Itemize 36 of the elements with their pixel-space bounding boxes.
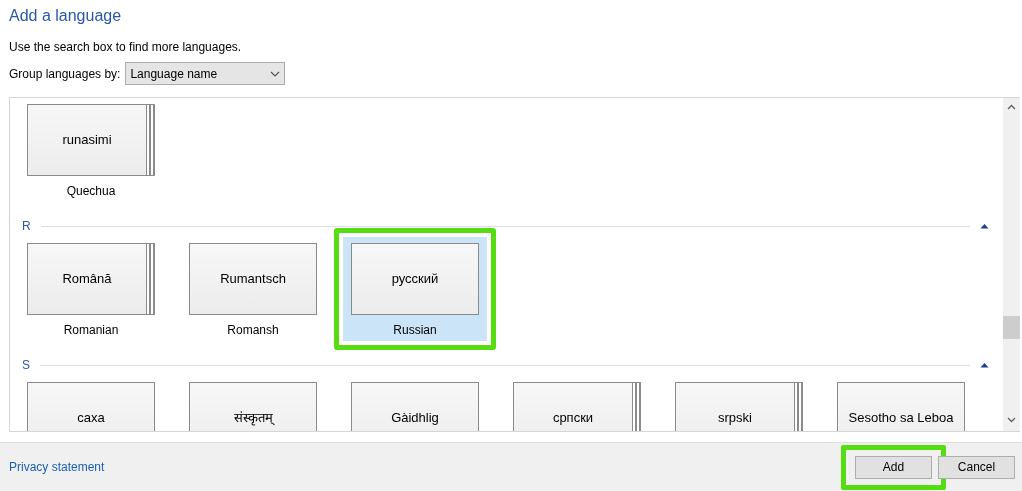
language-item[interactable]: runasimi Quechua: [19, 98, 163, 202]
chevron-down-icon: [270, 70, 281, 77]
group-letter: S: [22, 357, 30, 374]
group-by-dropdown[interactable]: Language name: [125, 62, 286, 85]
group-by-label: Group languages by:: [9, 65, 121, 83]
language-tile: Rumantsch: [189, 243, 317, 315]
language-item[interactable]: संस्कृतम्: [181, 376, 325, 431]
language-name: Russian: [392, 323, 438, 337]
language-item[interactable]: русский Russian: [343, 237, 487, 341]
language-item[interactable]: Română Romanian: [19, 237, 163, 341]
group-letter: R: [22, 218, 31, 235]
dialog-title: Add a language: [9, 6, 123, 26]
dialog-button[interactable]: Add: [855, 455, 932, 479]
language-item[interactable]: Rumantsch Romansh: [181, 237, 325, 341]
language-item[interactable]: Gàidhlig: [343, 376, 487, 431]
scrollbar[interactable]: [1003, 98, 1020, 431]
collapse-caret-icon[interactable]: [980, 362, 989, 368]
language-tile: Sesotho sa Leboa: [837, 382, 965, 431]
language-tile: саха: [27, 382, 155, 431]
language-name: Quechua: [65, 184, 117, 198]
language-name: Romansh: [226, 323, 280, 337]
language-tile: संस्कृतम्: [189, 382, 317, 431]
scroll-up-icon[interactable]: [1007, 104, 1016, 110]
language-item[interactable]: Sesotho sa Leboa: [829, 376, 973, 431]
scrollbar-thumb[interactable]: [1003, 316, 1020, 339]
scroll-down-icon[interactable]: [1007, 417, 1016, 423]
language-tile: русский: [351, 243, 479, 315]
language-item[interactable]: српски: [505, 376, 649, 431]
language-item[interactable]: саха: [19, 376, 163, 431]
privacy-link[interactable]: Privacy statement: [9, 458, 105, 476]
language-tile: Gàidhlig: [351, 382, 479, 431]
language-name: Romanian: [62, 323, 120, 337]
collapse-caret-icon[interactable]: [980, 223, 989, 229]
language-item[interactable]: srpski: [667, 376, 811, 431]
dialog-button[interactable]: Cancel: [938, 455, 1015, 479]
hint-text: Use the search box to find more languages.: [9, 40, 243, 54]
